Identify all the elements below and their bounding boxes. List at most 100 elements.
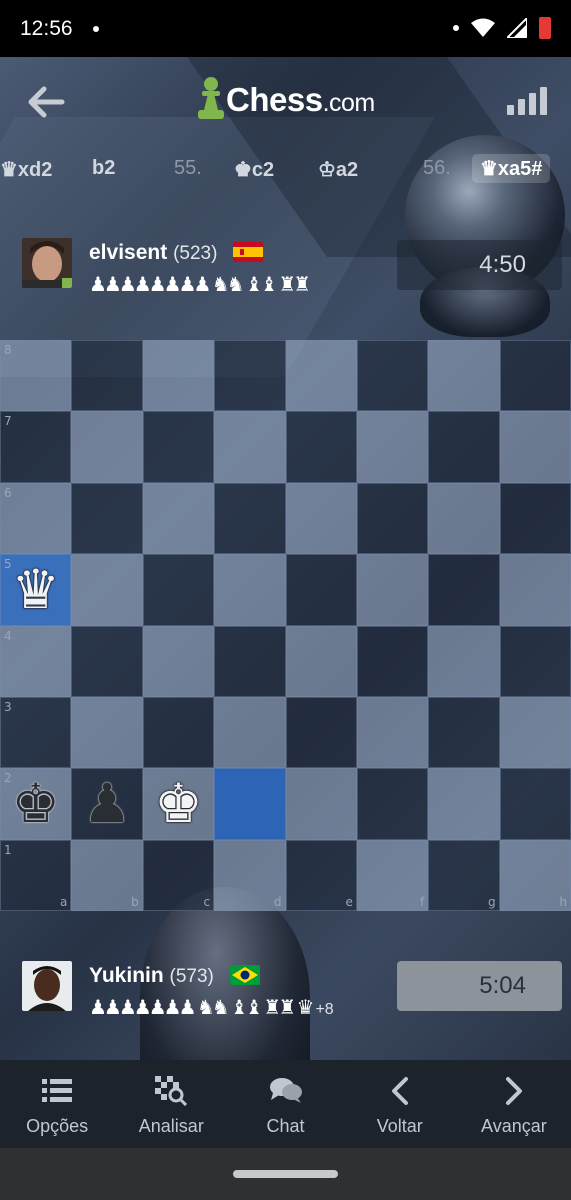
square-f8[interactable] [356,340,429,412]
square-g6[interactable] [428,482,500,555]
square-b3[interactable] [71,696,143,769]
square-a8[interactable]: 8 [0,340,72,412]
square-a2[interactable]: 2 ♚ [0,768,72,840]
square-h8[interactable] [499,340,571,412]
move-item[interactable]: b2 [92,157,115,180]
square-b1[interactable]: b [71,839,143,911]
square-g3[interactable] [428,696,500,769]
square-f7[interactable] [356,411,429,483]
system-nav-bar [0,1148,571,1200]
square-f1[interactable]: f [356,839,429,911]
square-e1[interactable]: e [285,839,357,911]
status-bar: 12:56 [0,0,571,57]
square-b2[interactable]: ♟ [71,768,143,840]
nav-list-button[interactable]: Opções [0,1060,114,1148]
square-h6[interactable] [499,482,571,555]
square-h3[interactable] [499,696,571,769]
opponent-clock: 4:50 [397,240,562,290]
square-e5[interactable] [285,554,357,626]
square-e3[interactable] [285,696,357,769]
square-b7[interactable] [71,411,143,483]
nav-label: Voltar [376,1116,423,1136]
opponent-name[interactable]: elvisent [89,241,167,264]
back-button[interactable] [26,85,66,119]
square-e2[interactable] [285,768,357,840]
white-piece-c2[interactable]: ♚ [154,776,202,831]
square-h1[interactable]: h [499,839,571,911]
square-a4[interactable]: 4 [0,625,72,697]
wifi-icon [471,18,495,37]
square-f3[interactable] [356,696,429,769]
square-c7[interactable] [142,411,215,483]
move-list[interactable]: ♛xd2 b2 55. ♚c2 ♔a2 56. ♛xa5# [0,152,571,188]
square-c5[interactable] [142,554,215,626]
square-d6[interactable] [214,482,286,555]
bottom-nav: Opções Analisar Chat Voltar Avançar [0,1060,571,1148]
square-c3[interactable] [142,696,215,769]
current-move[interactable]: ♛xa5# [472,154,551,183]
chevron-left-icon [390,1076,410,1106]
nav-analysis-button[interactable]: Analisar [114,1060,228,1148]
square-b8[interactable] [71,340,143,412]
square-c6[interactable] [142,482,215,555]
square-g7[interactable] [428,411,500,483]
square-a1[interactable]: 1a [0,839,72,911]
square-c8[interactable] [142,340,215,412]
move-item[interactable]: ♔a2 [318,157,358,182]
square-f4[interactable] [356,625,429,697]
opponent-avatar[interactable] [22,238,72,288]
square-g4[interactable] [428,625,500,697]
square-c4[interactable] [142,625,215,697]
square-d8[interactable] [214,340,286,412]
file-label: f [420,895,425,909]
square-a7[interactable]: 7 [0,411,72,483]
rank-label: 8 [4,343,12,357]
player-name[interactable]: Yukinin [89,964,164,987]
square-g2[interactable] [428,768,500,840]
square-e6[interactable] [285,482,357,555]
square-h5[interactable] [499,554,571,626]
square-a3[interactable]: 3 [0,696,72,769]
square-a6[interactable]: 6 [0,482,72,555]
rank-label: 3 [4,699,12,714]
square-d4[interactable] [214,625,286,697]
player-avatar[interactable] [22,961,72,1011]
rank-label: 7 [4,414,12,429]
square-f2[interactable] [356,768,429,840]
square-e8[interactable] [285,340,357,412]
square-d7[interactable] [214,411,286,483]
square-d3[interactable] [214,696,286,769]
square-d5[interactable] [214,554,286,626]
square-e4[interactable] [285,625,357,697]
notification-dot-icon [453,25,459,31]
chess-board[interactable]: 8 7 6 5 ♛ 4 3 2 ♚ ♟ ♚ 1 a b c d e f g h [0,340,571,911]
move-item[interactable]: ♚c2 [234,157,274,182]
square-f6[interactable] [356,482,429,555]
opponent-panel: elvisent (523) ♟♟♟♟♟♟♟♟ ♞♞ ♝♝ ♜♜ 4:50 [22,238,562,308]
square-a5[interactable]: 5 ♛ [0,554,72,626]
square-g8[interactable] [428,340,500,412]
square-b6[interactable] [71,482,143,555]
square-b4[interactable] [71,625,143,697]
connection-button[interactable] [507,87,547,115]
square-g1[interactable]: g [428,839,500,911]
nav-chevron-left-button[interactable]: Voltar [343,1060,457,1148]
square-d1[interactable]: d [214,839,286,911]
square-f5[interactable] [356,554,429,626]
square-g5[interactable] [428,554,500,626]
nav-chat-button[interactable]: Chat [228,1060,342,1148]
black-piece-b2[interactable]: ♟ [83,776,131,831]
nav-chevron-right-button[interactable]: Avançar [457,1060,571,1148]
square-d2[interactable] [214,768,286,840]
square-c2[interactable]: ♚ [142,768,215,840]
square-b5[interactable] [71,554,143,626]
square-h7[interactable] [499,411,571,483]
home-indicator[interactable] [233,1170,338,1178]
square-h4[interactable] [499,625,571,697]
move-item[interactable]: ♛xd2 [0,157,52,182]
black-piece-a2[interactable]: ♚ [11,776,59,831]
square-e7[interactable] [285,411,357,483]
square-c1[interactable]: c [142,839,215,911]
white-piece-a5[interactable]: ♛ [11,562,59,617]
square-h2[interactable] [499,768,571,840]
